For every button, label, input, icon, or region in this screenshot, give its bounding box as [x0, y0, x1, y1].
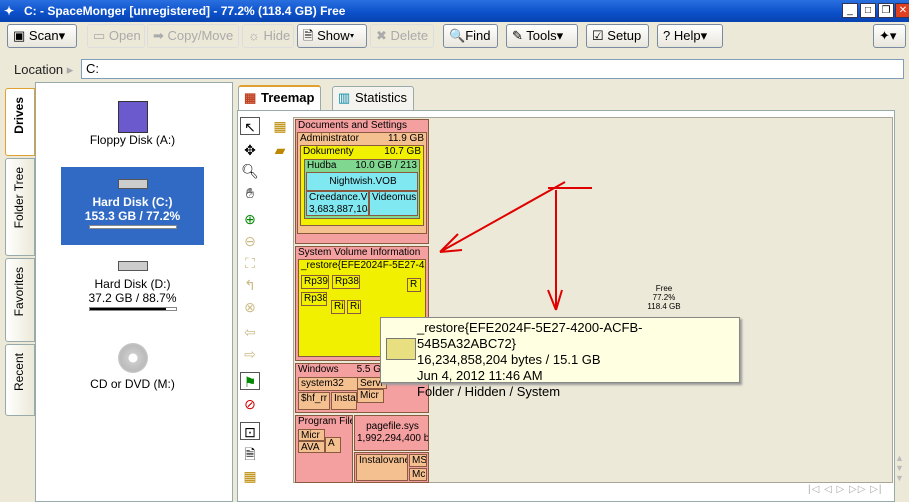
vertical-scrollbar[interactable]: ▲ ▼ ▼: [895, 117, 909, 483]
red-arrow-down: [547, 187, 592, 311]
page-nav-buttons[interactable]: |◁ ◁ ▷ ▷▷ ▷|: [808, 484, 882, 495]
red-arrow-left: [439, 181, 566, 253]
annotation-arrows: [439, 181, 592, 311]
tooltip: _restore{EFE2024F-5E27-4200-ACFB-54B5A32…: [380, 317, 740, 399]
folder-icon: [386, 338, 416, 360]
